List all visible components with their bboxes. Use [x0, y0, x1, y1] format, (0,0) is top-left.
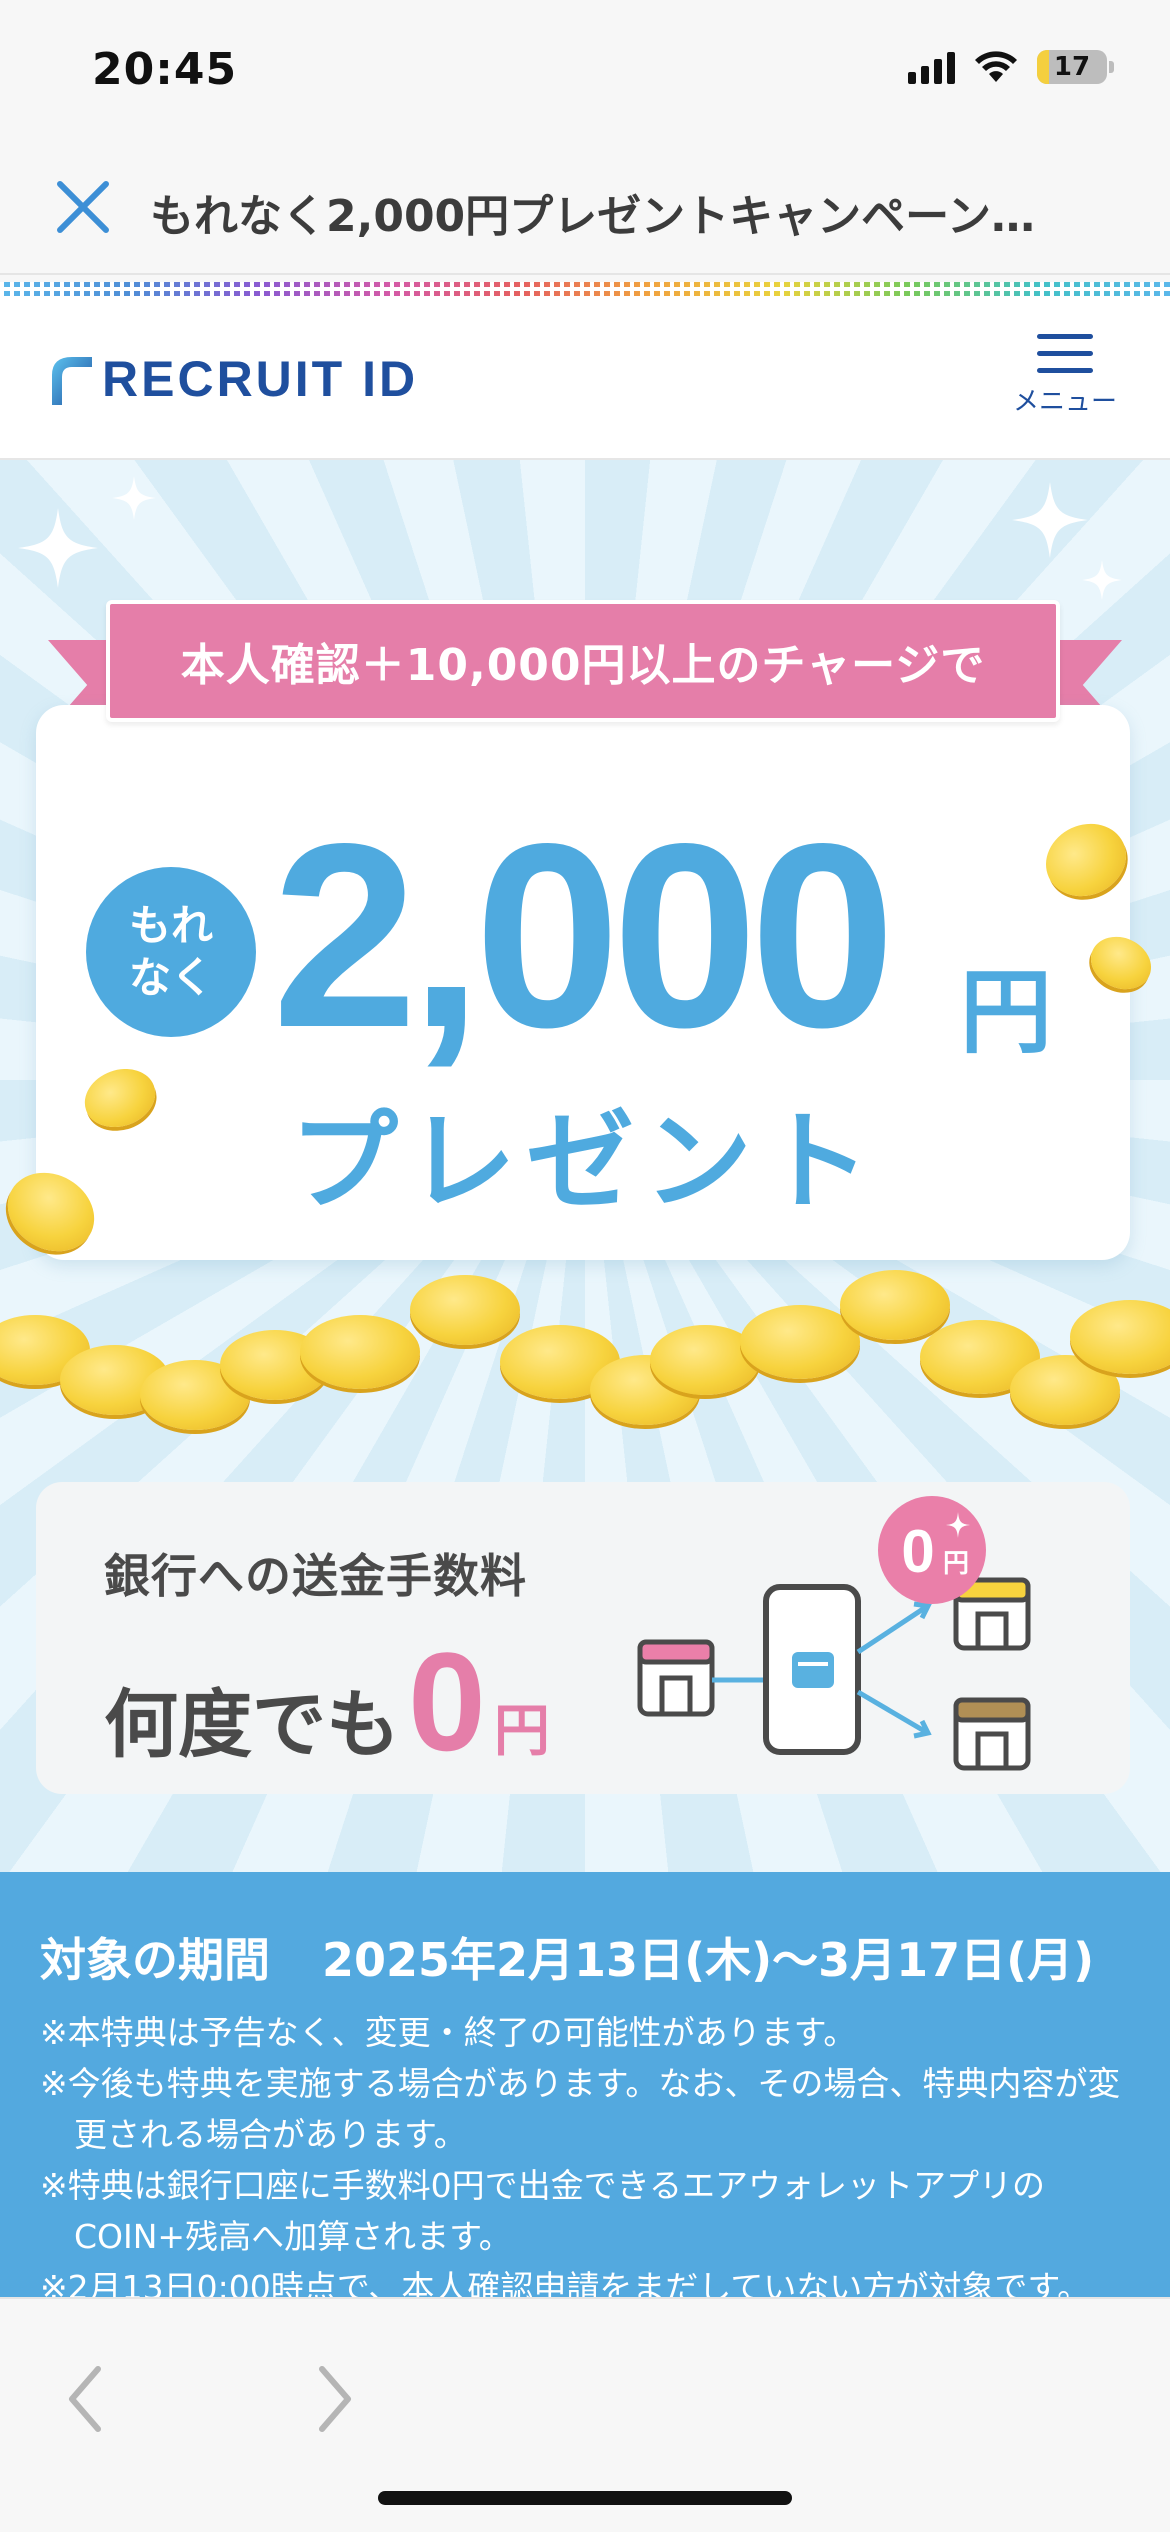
- coin-icon: [410, 1275, 520, 1345]
- campaign-period-section: 対象の期間 2025年2月13日(木)～3月17日(月) ※本特典は予告なく、変…: [0, 1872, 1170, 2297]
- status-bar: 20:45 17: [0, 0, 1170, 140]
- site-header: RECRUIT ID メニュー: [0, 296, 1170, 460]
- badge-line2: なく: [128, 953, 213, 1002]
- close-icon[interactable]: [52, 176, 114, 238]
- badge-line1: もれ: [128, 901, 213, 950]
- ribbon-text: 本人確認＋10,000円以上のチャージで: [180, 640, 986, 691]
- hamburger-icon: [1037, 334, 1093, 373]
- menu-label: メニュー: [1012, 387, 1117, 417]
- reward-unit: 円: [960, 959, 1053, 1066]
- recruit-id-logo[interactable]: RECRUIT ID: [46, 350, 418, 408]
- transfer-fee-card: 銀行への送金手数料 何度でも 0 円 0 円: [36, 1482, 1130, 1794]
- chevron-right-icon[interactable]: [310, 2359, 360, 2439]
- phone-wallet-icon: [763, 1584, 861, 1755]
- fee-heading: 銀行への送金手数料: [104, 1549, 527, 1603]
- notes-list: ※本特典は予告なく、変更・終了の可能性があります。 ※今後も特典を実施する場合が…: [40, 2007, 1140, 2297]
- sparkle-icon: [112, 476, 156, 520]
- note-item: ※2月13日0:00時点で、本人確認申請をまだしていない方が対象です。: [40, 2268, 1091, 2297]
- menu-button[interactable]: メニュー: [1010, 334, 1120, 434]
- status-icons: 17: [908, 50, 1114, 84]
- coin-icon: [300, 1315, 420, 1389]
- period-dates: 2025年2月13日(木)～3月17日(月): [322, 1933, 1095, 1987]
- bank-icon: [953, 1697, 1031, 1771]
- fee-prefix: 何度でも: [104, 1682, 400, 1768]
- bank-icon: [637, 1639, 715, 1717]
- note-item: ※今後も特典を実施する場合があります。なお、その場合、特典内容が変更される場合が…: [40, 2064, 1121, 2154]
- reward-amount: 2,000: [272, 789, 896, 1082]
- morenaku-badge: もれ なく: [86, 867, 256, 1037]
- bank-transfer-illustration: 0 円: [637, 1496, 1031, 1771]
- note-item: ※特典は銀行口座に手数料0円で出金できるエアウォレットアプリのCOIN+残高へ加…: [40, 2166, 1045, 2256]
- sparkle-icon: [1012, 482, 1088, 558]
- browser-header: もれなく2,000円プレゼントキャンペーン…: [0, 140, 1170, 275]
- period-heading: 対象の期間 2025年2月13日(木)～3月17日(月): [40, 1924, 1094, 1990]
- coin-icon: [840, 1270, 950, 1340]
- fee-zero: 0: [408, 1623, 486, 1780]
- browser-toolbar: [0, 2297, 1170, 2532]
- sparkle-icon: [18, 508, 98, 588]
- zero-yen-badge-unit: 円: [943, 1549, 969, 1579]
- battery-level: 17: [1053, 52, 1091, 82]
- fee-yen: 円: [493, 1699, 550, 1764]
- rainbow-divider: [0, 282, 1170, 296]
- status-time: 20:45: [92, 44, 238, 95]
- battery-icon: 17: [1037, 50, 1114, 84]
- note-item: ※本特典は予告なく、変更・終了の可能性があります。: [40, 2013, 857, 2052]
- period-label: 対象の期間: [40, 1933, 270, 1987]
- battery-fill: [1037, 50, 1049, 84]
- coin-pile: [0, 1270, 1170, 1430]
- home-indicator: [378, 2491, 792, 2505]
- wifi-icon: [975, 51, 1017, 82]
- sparkle-icon: [1082, 560, 1122, 600]
- signal-icon: [908, 50, 955, 84]
- battery-cap: [1109, 61, 1114, 73]
- fee-value-line: 何度でも 0 円: [104, 1632, 550, 1772]
- logo-mark-icon: [52, 357, 92, 405]
- chevron-left-icon[interactable]: [60, 2359, 110, 2439]
- battery-body: 17: [1037, 50, 1107, 84]
- page-title: もれなく2,000円プレゼントキャンペーン…: [150, 191, 1035, 242]
- zero-yen-badge-number: 0: [901, 1518, 934, 1585]
- present-text: プレゼント: [289, 1100, 880, 1225]
- logo-text: RECRUIT ID: [102, 351, 419, 407]
- condition-ribbon: 本人確認＋10,000円以上のチャージで: [106, 600, 1060, 722]
- zero-yen-badge: 0 円: [878, 1496, 986, 1604]
